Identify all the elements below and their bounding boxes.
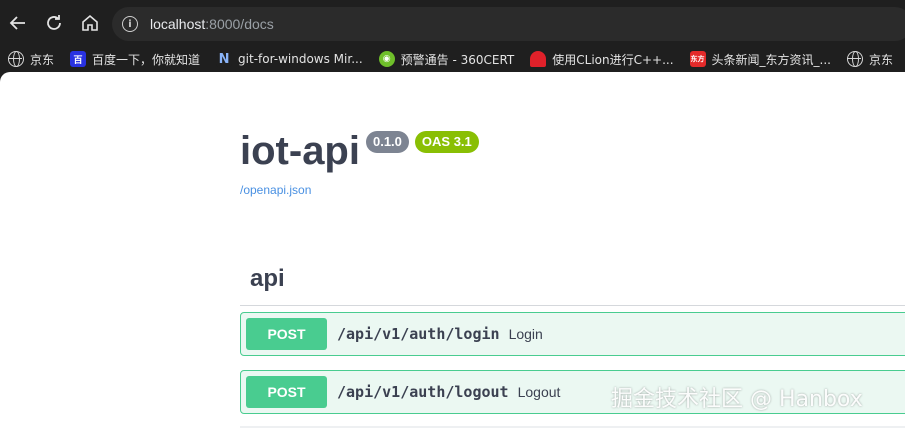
baidu-icon: 百 <box>70 51 87 67</box>
bookmark-360cert[interactable]: ◉ 预警通告 - 360CERT <box>378 51 515 68</box>
operation-login[interactable]: POST /api/v1/auth/login Login <box>240 312 905 356</box>
tag-title: api <box>250 265 285 292</box>
api-info-header: iot-api 0.1.0 OAS 3.1 <box>240 127 479 175</box>
watermark: 掘金技术社区 @ Hanbox <box>611 387 863 412</box>
operation-path: /api/v1/auth/login <box>337 325 500 343</box>
method-badge: POST <box>246 318 327 350</box>
operation-summary: Logout <box>517 384 561 400</box>
home-icon[interactable] <box>72 5 108 41</box>
bookmark-dongfang[interactable]: 东方 头条新闻_东方资讯_... <box>689 51 831 68</box>
bookmark-jd-2[interactable]: 京东 <box>847 51 893 68</box>
operation-summary: Login <box>508 326 543 342</box>
back-arrow-icon[interactable] <box>0 5 36 41</box>
tag-section-header[interactable]: api <box>240 255 905 306</box>
openapi-json-link[interactable]: /openapi.json <box>240 183 311 197</box>
info-icon[interactable]: i <box>122 16 138 32</box>
url-host: localhost <box>150 16 206 32</box>
globe-icon <box>8 51 24 67</box>
bookmark-git-for-windows[interactable]: N git-for-windows Mir... <box>216 51 363 67</box>
bookmark-jd[interactable]: 京东 <box>8 51 54 68</box>
api-title: iot-api <box>240 129 360 173</box>
browser-toolbar: i localhost:8000/docs <box>0 0 905 46</box>
address-bar[interactable]: i localhost:8000/docs <box>112 7 905 41</box>
bookmark-clion[interactable]: 使用CLion进行C++... <box>530 51 674 68</box>
bookmark-label: 百度一下，你就知道 <box>92 52 201 67</box>
bookmark-label: 京东 <box>30 52 55 67</box>
bookmarks-bar: 京东 百 百度一下，你就知道 N git-for-windows Mir... … <box>0 46 905 72</box>
globe-icon <box>847 51 863 67</box>
method-badge: POST <box>246 376 327 408</box>
url-text[interactable]: localhost:8000/docs <box>150 16 274 32</box>
bookmark-label: 京东 <box>869 52 894 67</box>
dongfang-icon: 东方 <box>689 51 706 67</box>
reload-icon[interactable] <box>36 5 72 41</box>
version-badge: 0.1.0 <box>365 131 409 153</box>
operation-path: /api/v1/auth/logout <box>337 383 509 401</box>
clion-icon <box>530 51 547 67</box>
url-path: :8000/docs <box>205 16 274 32</box>
bookmark-label: git-for-windows Mir... <box>238 52 363 66</box>
bookmark-baidu[interactable]: 百 百度一下，你就知道 <box>70 51 200 68</box>
n-logo-icon: N <box>216 51 233 67</box>
bookmark-label: 使用CLion进行C++... <box>552 52 674 67</box>
oas-badge: OAS 3.1 <box>414 131 479 153</box>
bookmark-label: 预警通告 - 360CERT <box>400 52 515 67</box>
swagger-page: iot-api 0.1.0 OAS 3.1 /openapi.json api … <box>0 72 905 428</box>
bookmark-label: 头条新闻_东方资讯_... <box>711 52 831 67</box>
360cert-icon: ◉ <box>378 51 395 67</box>
